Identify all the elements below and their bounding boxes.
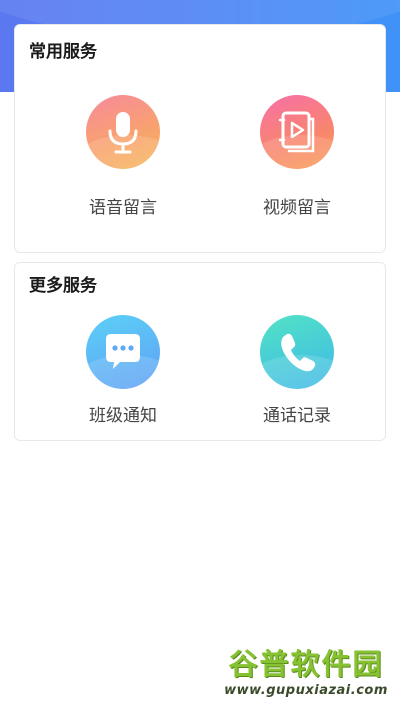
class-notice-button[interactable]: 班级通知 [48, 315, 198, 427]
call-history-label: 通话记录 [263, 406, 331, 426]
class-notice-label: 班级通知 [89, 406, 157, 426]
common-services-card: 常用服务 语音留言 视频留言 [14, 24, 386, 253]
microphone-icon [86, 95, 160, 169]
watermark-logo: 谷普软件园 www.gupuxiazai.com [216, 646, 396, 708]
watermark-title: 谷普软件园 [228, 647, 384, 681]
more-services-card: 更多服务 班级通知 通话记录 [14, 262, 386, 441]
more-services-title: 更多服务 [29, 276, 97, 296]
video-message-label: 视频留言 [263, 198, 331, 218]
phone-icon [260, 315, 334, 389]
watermark-url: www.gupuxiazai.com [224, 683, 388, 698]
call-history-button[interactable]: 通话记录 [222, 315, 372, 427]
app-screen: 常用服务 语音留言 视频留言 更多服务 班级通知 通话记录 谷普软件园 www.… [0, 0, 400, 711]
video-play-icon [260, 95, 334, 169]
voice-message-label: 语音留言 [89, 198, 157, 218]
common-services-title: 常用服务 [29, 42, 97, 62]
chat-bubble-icon [86, 315, 160, 389]
voice-message-button[interactable]: 语音留言 [48, 95, 198, 219]
video-message-button[interactable]: 视频留言 [222, 95, 372, 219]
